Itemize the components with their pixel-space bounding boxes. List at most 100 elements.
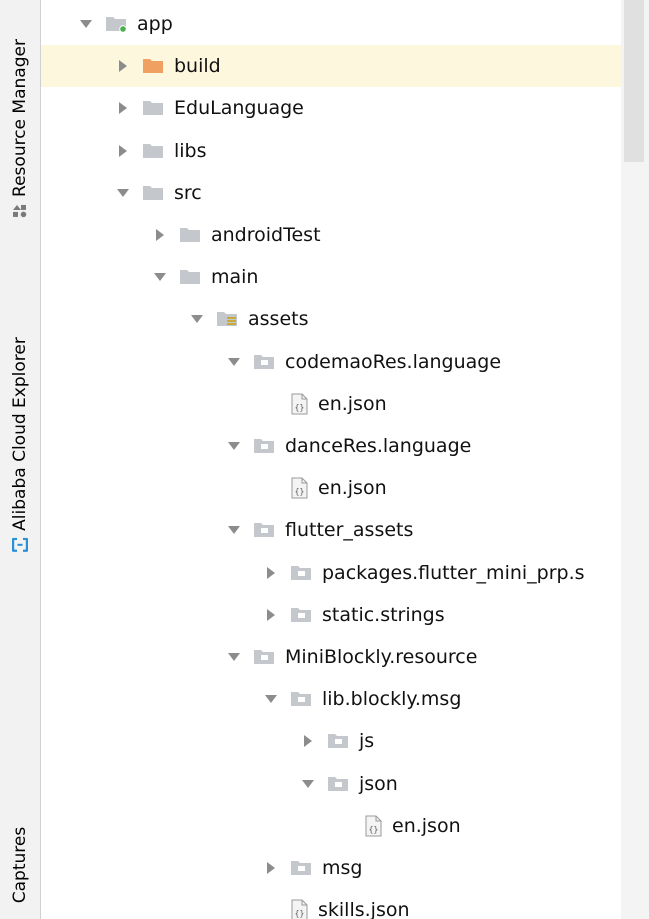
tree-node[interactable]: flutter_assets [41,509,621,551]
assets-folder-icon [216,310,240,328]
tree-node[interactable]: msg [41,847,621,889]
collapsed-arrow-icon[interactable] [264,566,278,580]
expanded-arrow-icon[interactable] [227,439,241,453]
tree-node-label: static.strings [322,603,445,626]
package-folder-icon [253,437,277,455]
tree-node-label: build [174,55,221,78]
resource-manager-icon [13,204,27,218]
tree-node[interactable]: androidTest [41,214,621,256]
json-file-icon: {} [364,815,384,837]
tree-node-label: json [359,772,398,795]
tree-node[interactable]: packages.flutter_mini_prp.s [41,552,621,594]
collapsed-arrow-icon[interactable] [153,228,167,242]
svg-text:{}: {} [295,487,305,496]
tree-node[interactable]: static.strings [41,594,621,636]
tree-node-label: src [174,181,202,204]
expanded-arrow-icon[interactable] [227,355,241,369]
folder-icon [142,142,166,160]
package-folder-icon [290,606,314,624]
expanded-arrow-icon[interactable] [116,186,130,200]
collapsed-arrow-icon[interactable] [116,101,130,115]
tree-node[interactable]: {} en.json [41,467,621,509]
resource-manager-tab[interactable]: Resource Manager [0,0,40,258]
scrollbar-thumb[interactable] [624,0,644,162]
tree-node[interactable]: codemaoRes.language [41,341,621,383]
tree-node[interactable]: src [41,172,621,214]
tree-node[interactable]: main [41,256,621,298]
collapsed-arrow-icon[interactable] [264,861,278,875]
tree-node[interactable]: json [41,763,621,805]
collapsed-arrow-icon[interactable] [301,734,315,748]
json-file-icon: {} [290,477,310,499]
tree-node[interactable]: js [41,720,621,762]
tree-node[interactable]: assets [41,298,621,340]
tree-node-label: assets [248,308,309,331]
alibaba-cloud-icon [12,537,28,552]
tree-node-label: en.json [392,814,461,837]
expanded-arrow-icon[interactable] [153,270,167,284]
tree-node[interactable]: MiniBlockly.resource [41,636,621,678]
tree-node-label: MiniBlockly.resource [285,646,478,668]
tree-node-label: skills.json [318,899,410,919]
tree-node-label: codemaoRes.language [285,350,502,373]
package-folder-icon [253,648,277,666]
collapsed-arrow-icon[interactable] [264,608,278,622]
build-folder-icon [142,57,166,75]
expanded-arrow-icon[interactable] [79,17,93,31]
tree-node[interactable]: {} skills.json [41,889,621,919]
tree-node-label: flutter_assets [285,519,414,542]
project-tree: app build EduLanguage libs src androidTest mai… [41,0,621,919]
vertical-scrollbar[interactable] [621,0,649,919]
tree-node[interactable]: app [41,3,621,45]
tree-node-label: msg [322,857,363,879]
svg-text:{}: {} [369,825,379,834]
captures-tab[interactable]: Captures [0,812,40,917]
package-folder-icon [290,859,314,877]
captures-tab-label: Captures [10,826,30,903]
expanded-arrow-icon[interactable] [264,692,278,706]
tool-window-sidebar: Resource Manager Alibaba Cloud Explorer … [0,0,41,919]
json-file-icon: {} [290,393,310,415]
tree-node-label: main [211,266,259,289]
tree-node[interactable]: {} en.json [41,805,621,847]
expanded-arrow-icon[interactable] [227,523,241,537]
tree-node-label: en.json [318,392,387,415]
package-folder-icon [290,564,314,582]
package-folder-icon [290,690,314,708]
tree-node[interactable]: {} en.json [41,383,621,425]
tree-node[interactable]: libs [41,130,621,172]
svg-text:{}: {} [295,909,305,918]
package-folder-icon [253,521,277,539]
package-folder-icon [253,353,277,371]
expanded-arrow-icon[interactable] [301,777,315,791]
tree-node[interactable]: build [41,45,621,88]
package-folder-icon [327,732,351,750]
alibaba-cloud-explorer-tab-label: Alibaba Cloud Explorer [10,337,30,531]
tree-node-label: en.json [318,477,387,500]
tree-node-label: libs [174,139,207,162]
tree-node-label: EduLanguage [174,97,304,120]
folder-icon [179,226,203,244]
expanded-arrow-icon[interactable] [190,312,204,326]
tree-node[interactable]: EduLanguage [41,87,621,129]
tree-node-label: androidTest [211,224,321,246]
folder-icon [179,268,203,286]
tree-node-label: lib.blockly.msg [322,688,462,711]
package-folder-icon [327,775,351,793]
module-folder-icon [105,15,129,33]
tree-node-label: danceRes.language [285,435,472,457]
expanded-arrow-icon[interactable] [227,650,241,664]
tree-node-label: app [137,13,173,35]
folder-icon [142,99,166,117]
alibaba-cloud-explorer-tab[interactable]: Alibaba Cloud Explorer [0,300,40,590]
tree-node[interactable]: lib.blockly.msg [41,678,621,720]
json-file-icon: {} [290,899,310,919]
collapsed-arrow-icon[interactable] [116,144,130,158]
collapsed-arrow-icon[interactable] [116,59,130,73]
svg-text:{}: {} [295,403,305,412]
tree-node-label: packages.flutter_mini_prp.s [322,561,585,584]
tree-node-label: js [359,730,375,753]
resource-manager-tab-label: Resource Manager [10,39,30,197]
folder-icon [142,184,166,202]
tree-node[interactable]: danceRes.language [41,425,621,467]
